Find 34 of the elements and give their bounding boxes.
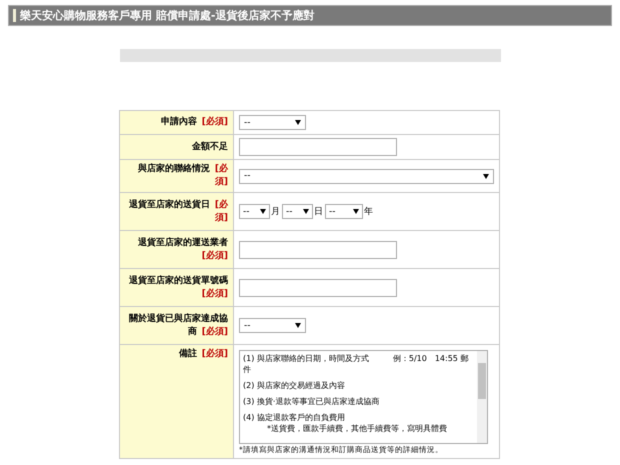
field-label: 備註 [必須] [178, 349, 228, 359]
text-field[interactable] [239, 138, 397, 156]
remarks-text: (4) 協定退款客戶的自負費用 *送貨費，匯款手續費，其他手續費等，寫明具體費 [243, 412, 448, 434]
text-field[interactable] [239, 278, 397, 296]
caret-icon [353, 209, 359, 214]
header-marker [13, 9, 16, 22]
date-unit: 日 [314, 206, 323, 218]
scrollbar[interactable] [477, 351, 487, 443]
field-label: 退貨至店家的送貨單號碼 [必須] [129, 276, 228, 298]
field-label: 關於退貨已與店家達成協商 [必須] [129, 314, 228, 336]
dropdown[interactable]: -- [239, 115, 306, 130]
field-label: 退貨至店家的送貨日 [必須] [128, 200, 228, 222]
caret-icon [295, 120, 301, 125]
field-label: 退貨至店家的運送業者 [必須] [138, 238, 228, 260]
field-label: 金額不足 [192, 142, 228, 152]
caret-icon [295, 323, 301, 328]
caret-icon [483, 174, 489, 178]
dropdown[interactable]: -- [239, 204, 270, 219]
remarks-textarea[interactable]: (1) 與店家聯絡的日期，時間及方式 例：5/10 14:55 郵件 (2) 與店家的交易經過及內容 (3) 換貨·退款等事宜已與店家達成協商 (4) 協定退款客戶的自負費用 *送貨費，匯款手續費，其他手續費等，寫明具體費 [239, 350, 488, 444]
dropdown[interactable]: -- [325, 204, 363, 219]
date-unit: 月 [271, 206, 280, 218]
dropdown[interactable]: -- [239, 318, 306, 333]
field-label: 與店家的聯絡情況 [必須] [138, 164, 228, 187]
text-field[interactable] [239, 240, 397, 258]
dropdown[interactable]: -- [239, 168, 494, 184]
remarks-text: (3) 換貨·退款等事宜已與店家達成協商 [243, 396, 380, 407]
caret-icon [303, 209, 309, 214]
caret-icon [260, 209, 266, 214]
date-unit: 年 [364, 206, 373, 218]
dropdown[interactable]: -- [282, 204, 313, 219]
field-label: 申請內容 [必須] [160, 117, 228, 127]
remarks-text: (2) 與店家的交易經過及內容 [243, 380, 346, 391]
remarks-text: (1) 與店家聯絡的日期，時間及方式 例：5/10 14:55 郵件 [243, 353, 470, 375]
page-title: 樂天安心購物服務客戶專用 賠償申請處-退貨後店家不予應對 [20, 8, 314, 23]
